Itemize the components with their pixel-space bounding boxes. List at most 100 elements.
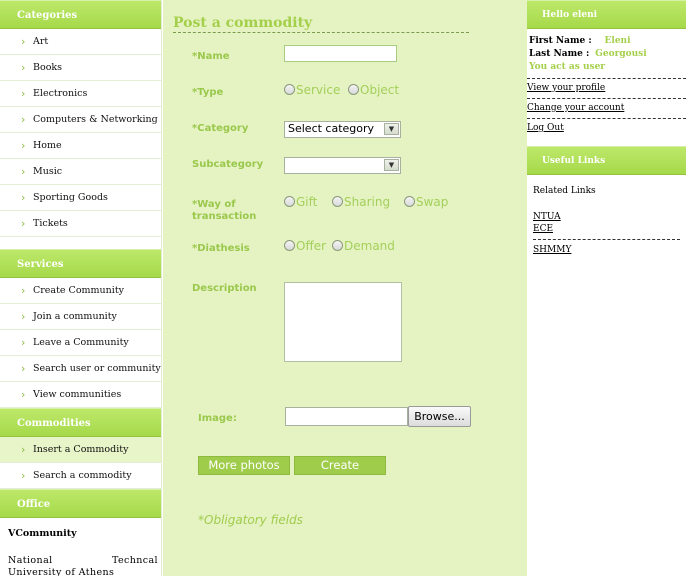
last-name-label: Last Name : — [529, 49, 590, 59]
log-out-link[interactable]: Log Out — [527, 122, 686, 134]
commodity-item-search[interactable]: › Search a commodity — [0, 463, 161, 489]
divider — [527, 118, 686, 119]
shmmy-link[interactable]: SHMMY — [527, 244, 686, 256]
chevron-right-icon: › — [21, 284, 26, 297]
category-select[interactable]: Select category ▼ — [284, 121, 401, 138]
chevron-right-icon: › — [21, 469, 26, 482]
chevron-right-icon: › — [21, 217, 26, 230]
more-photos-button[interactable]: More photos — [198, 456, 290, 475]
service-item-leave-community[interactable]: › Leave a Community — [0, 330, 161, 356]
diathesis-radio-offer[interactable]: Offer — [284, 239, 326, 253]
commodity-item-insert[interactable]: › Insert a Commodity — [0, 437, 161, 463]
service-item-create-community[interactable]: › Create Community — [0, 278, 161, 304]
create-button[interactable]: Create — [294, 456, 386, 475]
user-info: First Name : Eleni Last Name : Georgousi… — [527, 29, 686, 134]
category-link[interactable]: Art — [33, 36, 48, 47]
chevron-right-icon: › — [21, 388, 26, 401]
service-item-view-communities[interactable]: › View communities — [0, 382, 161, 408]
category-label: *Category — [192, 123, 249, 134]
category-item-books[interactable]: › Books — [0, 55, 161, 81]
description-label: Description — [192, 283, 257, 294]
commodity-link[interactable]: Insert a Commodity — [33, 444, 128, 455]
subcategory-select[interactable]: ▼ — [284, 157, 401, 174]
way-label-line2: transaction — [192, 211, 257, 222]
last-name-row: Last Name : Georgousi — [527, 48, 686, 61]
chevron-right-icon: › — [21, 139, 26, 152]
radio-label: Offer — [296, 239, 327, 253]
category-link[interactable]: Tickets — [33, 218, 68, 229]
category-link[interactable]: Electronics — [33, 88, 87, 99]
radio-button[interactable] — [332, 196, 343, 207]
name-input[interactable] — [284, 45, 397, 62]
commodities-header: Commodities — [0, 408, 161, 437]
chevron-down-icon[interactable]: ▼ — [384, 159, 399, 171]
category-item-electronics[interactable]: › Electronics — [0, 81, 161, 107]
related-links-title: Related Links — [533, 186, 596, 196]
radio-label: Gift — [296, 195, 318, 209]
view-profile-link[interactable]: View your profile — [527, 82, 686, 94]
chevron-right-icon: › — [21, 113, 26, 126]
chevron-right-icon: › — [21, 191, 26, 204]
user-greeting-header: Hello eleni — [527, 0, 686, 29]
first-name-label: First Name : — [529, 36, 592, 46]
post-commodity-form: Post a commodity *Name *Type Service Obj… — [163, 0, 527, 576]
category-link[interactable]: Computers & Networking — [33, 114, 158, 125]
category-item-tickets[interactable]: › Tickets — [0, 211, 161, 237]
description-textarea[interactable] — [284, 282, 402, 362]
radio-label: Demand — [344, 239, 395, 253]
category-link[interactable]: Music — [33, 166, 62, 177]
chevron-right-icon: › — [21, 61, 26, 74]
category-link[interactable]: Home — [33, 140, 62, 151]
category-selected-value: Select category — [288, 122, 375, 135]
menu-gap — [0, 237, 161, 249]
first-name-row: First Name : Eleni — [527, 35, 686, 48]
diathesis-radio-demand[interactable]: Demand — [332, 239, 395, 253]
radio-button[interactable] — [284, 196, 295, 207]
commodity-link[interactable]: Search a commodity — [33, 470, 132, 481]
related-links-box: Related Links NTUA ECE SHMMY — [527, 175, 686, 256]
category-item-art[interactable]: › Art — [0, 29, 161, 55]
category-item-home[interactable]: › Home — [0, 133, 161, 159]
category-link[interactable]: Books — [33, 62, 62, 73]
radio-button[interactable] — [284, 84, 295, 95]
useful-links-header: Useful Links — [527, 146, 686, 175]
chevron-right-icon: › — [21, 310, 26, 323]
role-note: You act as user — [529, 62, 606, 72]
categories-header: Categories — [0, 0, 161, 29]
radio-button[interactable] — [348, 84, 359, 95]
chevron-down-icon[interactable]: ▼ — [384, 123, 399, 135]
service-link[interactable]: Create Community — [33, 285, 124, 296]
chevron-right-icon: › — [21, 35, 26, 48]
service-link[interactable]: Leave a Community — [33, 337, 129, 348]
way-radio-sharing[interactable]: Sharing — [332, 195, 390, 209]
radio-button[interactable] — [332, 240, 343, 251]
type-radio-object[interactable]: Object — [348, 83, 399, 97]
ntua-link[interactable]: NTUA — [527, 211, 686, 223]
name-label: *Name — [192, 51, 230, 62]
radio-button[interactable] — [284, 240, 295, 251]
service-link[interactable]: Join a community — [33, 311, 117, 322]
radio-button[interactable] — [404, 196, 415, 207]
office-info: VCommunity National Techncal University … — [0, 518, 161, 576]
image-file-input[interactable] — [285, 407, 408, 426]
radio-label: Object — [360, 83, 400, 97]
office-name: VCommunity — [8, 528, 77, 539]
type-radio-service[interactable]: Service — [284, 83, 340, 97]
category-item-computers[interactable]: › Computers & Networking — [0, 107, 161, 133]
way-radio-swap[interactable]: Swap — [404, 195, 448, 209]
service-item-join-community[interactable]: › Join a community — [0, 304, 161, 330]
way-radio-gift[interactable]: Gift — [284, 195, 317, 209]
category-link[interactable]: Sporting Goods — [33, 192, 108, 203]
category-item-music[interactable]: › Music — [0, 159, 161, 185]
service-link[interactable]: Search user or community — [33, 363, 161, 374]
ece-link[interactable]: ECE — [527, 223, 686, 235]
category-item-sporting-goods[interactable]: › Sporting Goods — [0, 185, 161, 211]
chevron-right-icon: › — [21, 443, 26, 456]
radio-label: Sharing — [344, 195, 391, 209]
first-name-value: Eleni — [604, 36, 631, 46]
divider — [527, 78, 686, 79]
browse-button[interactable]: Browse... — [408, 406, 471, 427]
service-item-search-user[interactable]: › Search user or community — [0, 356, 161, 382]
service-link[interactable]: View communities — [33, 389, 121, 400]
change-account-link[interactable]: Change your account — [527, 102, 686, 114]
